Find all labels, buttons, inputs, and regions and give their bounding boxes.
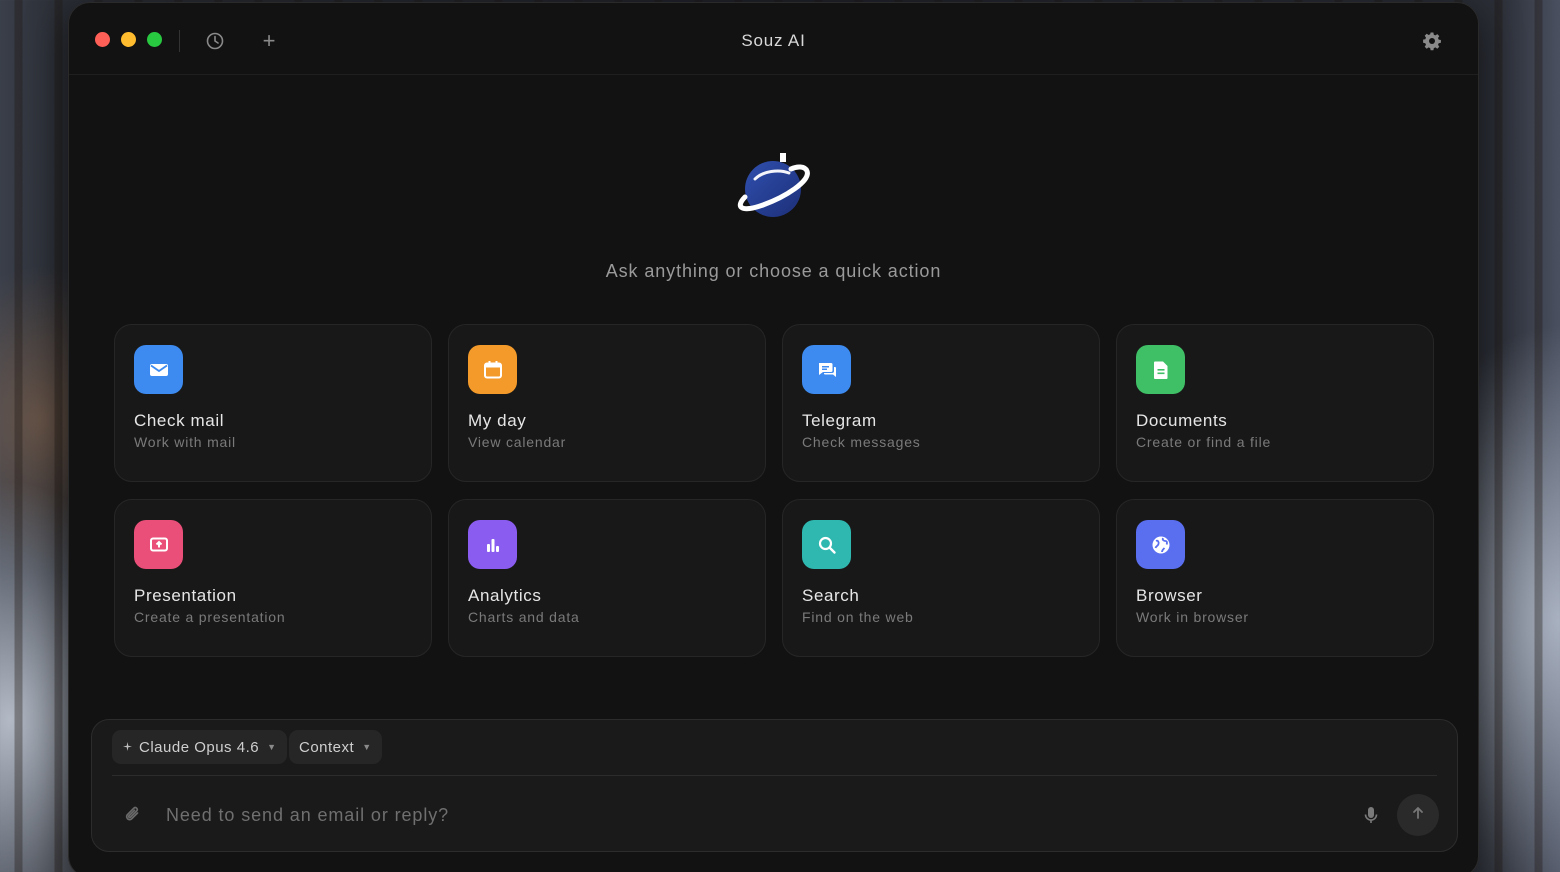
composer: Claude Opus 4.6 ▼ Context ▼ bbox=[91, 719, 1458, 852]
action-card-analytics[interactable]: Analytics Charts and data bbox=[448, 499, 766, 657]
arrow-up-icon bbox=[1410, 805, 1426, 826]
message-input[interactable] bbox=[166, 800, 1316, 830]
action-card-documents[interactable]: Documents Create or find a file bbox=[1116, 324, 1434, 482]
chat-icon bbox=[802, 345, 851, 394]
action-card-my-day[interactable]: My day View calendar bbox=[448, 324, 766, 482]
bar-chart-icon bbox=[468, 520, 517, 569]
send-button[interactable] bbox=[1397, 794, 1439, 836]
chevron-down-icon: ▼ bbox=[267, 742, 277, 752]
document-icon bbox=[1136, 345, 1185, 394]
action-card-title: Search bbox=[802, 586, 860, 605]
paperclip-icon[interactable] bbox=[122, 804, 144, 826]
souz-logo-icon bbox=[733, 151, 813, 223]
sparkle-icon bbox=[122, 739, 133, 756]
action-card-telegram[interactable]: Telegram Check messages bbox=[782, 324, 1100, 482]
microphone-icon[interactable] bbox=[1360, 804, 1382, 826]
action-card-title: Presentation bbox=[134, 586, 237, 605]
chevron-down-icon: ▼ bbox=[362, 742, 372, 752]
action-card-subtitle: Work in browser bbox=[1136, 609, 1249, 625]
globe-icon bbox=[1136, 520, 1185, 569]
calendar-icon bbox=[468, 345, 517, 394]
context-selector[interactable]: Context ▼ bbox=[289, 730, 382, 764]
action-card-subtitle: Work with mail bbox=[134, 434, 236, 450]
action-card-search[interactable]: Search Find on the web bbox=[782, 499, 1100, 657]
action-card-title: Check mail bbox=[134, 411, 225, 430]
context-selector-label: Context bbox=[299, 738, 355, 756]
window-title: Souz AI bbox=[741, 31, 806, 50]
mail-icon bbox=[134, 345, 183, 394]
model-selector[interactable]: Claude Opus 4.6 ▼ bbox=[112, 730, 287, 764]
quick-actions-grid: Check mail Work with mail My day View ca… bbox=[114, 324, 1434, 657]
action-card-subtitle: Create a presentation bbox=[134, 609, 286, 625]
action-card-title: Telegram bbox=[802, 411, 877, 430]
action-card-browser[interactable]: Browser Work in browser bbox=[1116, 499, 1434, 657]
action-card-presentation[interactable]: Presentation Create a presentation bbox=[114, 499, 432, 657]
search-icon bbox=[802, 520, 851, 569]
action-card-subtitle: Charts and data bbox=[468, 609, 580, 625]
action-card-subtitle: View calendar bbox=[468, 434, 567, 450]
composer-divider bbox=[112, 775, 1437, 776]
app-window: + Souz AI Ask anything or choose a quick… bbox=[68, 2, 1479, 872]
action-card-title: Documents bbox=[1136, 411, 1228, 430]
model-selector-label: Claude Opus 4.6 bbox=[139, 738, 260, 756]
action-card-title: Analytics bbox=[468, 586, 542, 605]
action-card-subtitle: Check messages bbox=[802, 434, 921, 450]
action-card-subtitle: Create or find a file bbox=[1136, 434, 1272, 450]
action-card-check-mail[interactable]: Check mail Work with mail bbox=[114, 324, 432, 482]
action-card-subtitle: Find on the web bbox=[802, 609, 914, 625]
hero-subtitle: Ask anything or choose a quick action bbox=[605, 261, 942, 281]
action-card-title: Browser bbox=[1136, 586, 1203, 605]
titlebar: + Souz AI bbox=[69, 3, 1478, 75]
gear-icon[interactable] bbox=[1420, 29, 1444, 53]
presentation-icon bbox=[134, 520, 183, 569]
action-card-title: My day bbox=[468, 411, 527, 430]
